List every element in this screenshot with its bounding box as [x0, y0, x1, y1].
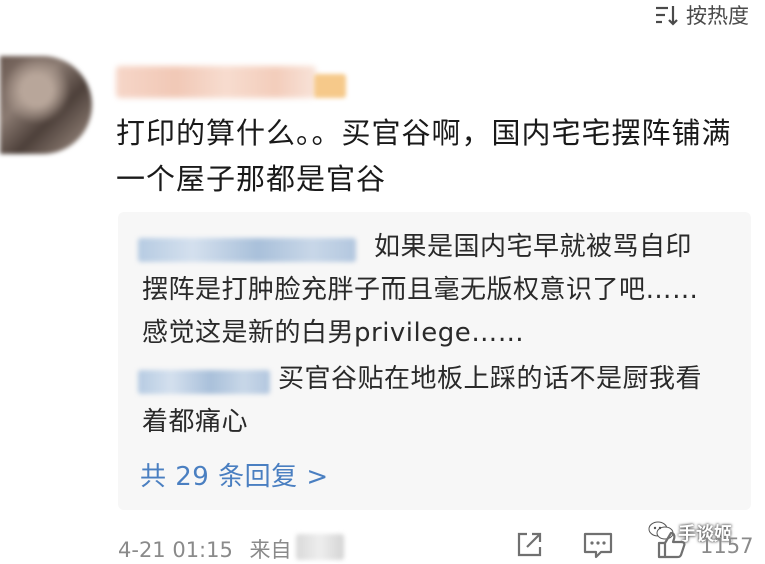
share-icon [514, 532, 544, 564]
reply-item: 如果是国内宅早就被骂自印摆阵是打肿脸充胖子而且毫无版权意识了吧……感觉这是新的白… [142, 232, 699, 348]
comment-text: 打印的算什么。。买官谷啊，国内宅宅摆阵铺满一个屋子那都是官谷 [116, 116, 732, 196]
user-badge-blurred [314, 74, 346, 98]
like-count: 1157 [700, 534, 754, 558]
sort-by-hot-button[interactable]: 按热度 [654, 0, 749, 30]
comment-icon [582, 532, 614, 564]
thumbs-up-icon [656, 531, 688, 564]
reply-button[interactable] [582, 530, 614, 564]
avatar[interactable] [0, 56, 92, 154]
more-replies-link[interactable]: 共 29 条回复 > [140, 456, 329, 493]
share-button[interactable] [514, 530, 544, 564]
comment-meta: 4-21 01:15 来自 [118, 534, 292, 564]
comment-time: 4-21 01:15 [118, 538, 233, 562]
sort-icon [654, 4, 680, 26]
reply-item: 买官谷贴在地板上踩的话不是厨我看着都痛心 [142, 364, 703, 437]
source-prefix: 来自 [249, 538, 292, 562]
sort-label: 按热度 [686, 4, 749, 28]
source-blurred [296, 534, 344, 560]
like-button[interactable] [656, 530, 688, 564]
comment-card: 按热度 打印的算什么。。买官谷啊，国内宅宅摆阵铺满一个屋子那都是官谷 如果是国内… [0, 0, 765, 564]
username-blurred[interactable] [116, 66, 316, 98]
replies-box[interactable]: 如果是国内宅早就被骂自印摆阵是打肿脸充胖子而且毫无版权意识了吧……感觉这是新的白… [118, 212, 751, 510]
